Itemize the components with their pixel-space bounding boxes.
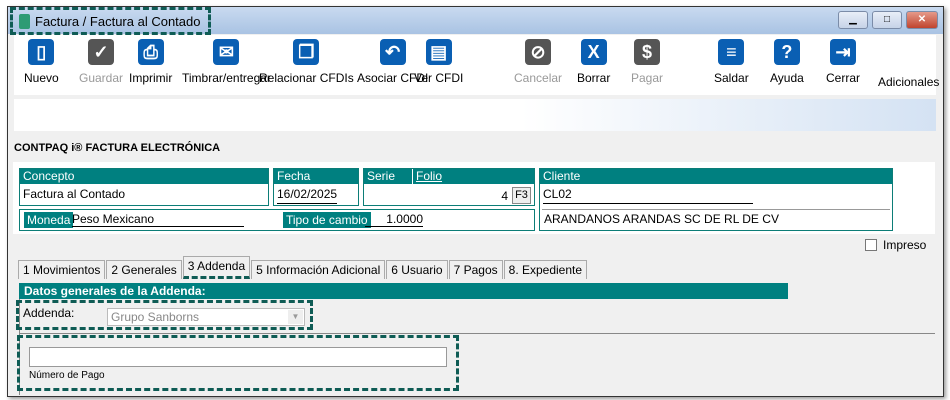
toolbar-button-ver-cfdi[interactable]: ▤ Ver CFDI (414, 39, 463, 85)
title-bar: Factura / Factura al Contado ▁ □ ✕ (8, 7, 943, 35)
cliente-code-field[interactable]: CL02 (543, 184, 753, 204)
toolbar-button-cerrar[interactable]: ⇥ Cerrar (826, 39, 860, 85)
exit-door-icon: ⇥ (830, 39, 856, 65)
addenda-content: Addenda: Grupo Sanborns ▼ Número de Pago (16, 299, 935, 395)
impreso-checkbox-row: Impreso (865, 238, 926, 252)
invoice-window: Factura / Factura al Contado ▁ □ ✕ ▯ Nuev… (7, 6, 944, 397)
tipo-cambio-field[interactable]: 1.0000 (365, 212, 423, 227)
toolbar-button-label: Relacionar CFDIs (259, 71, 354, 85)
addenda-selector-highlight: Addenda: Grupo Sanborns ▼ (16, 300, 313, 330)
pay-icon: $ (634, 39, 661, 65)
fecha-label: Fecha (274, 169, 358, 184)
toolbar-button-label: Cancelar (514, 71, 563, 85)
cancel-icon: ⊘ (525, 39, 552, 65)
toolbar-button-label: Ayuda (770, 71, 804, 85)
folio-label: Folio (412, 169, 442, 184)
tab-3[interactable]: 3 Addenda (182, 256, 251, 279)
tab-6[interactable]: 7 Pagos (448, 260, 503, 279)
tab-2[interactable]: 2 Generales (106, 260, 182, 279)
help-icon: ? (773, 39, 800, 65)
invoice-app-icon (19, 13, 30, 29)
toolbar-button-label: Timbrar/entregar (182, 71, 271, 85)
impreso-checkbox[interactable] (865, 239, 877, 251)
tab-7[interactable]: 8. Expediente (503, 260, 588, 279)
moneda-group: Moneda Peso Mexicano Tipo de cambio 1.00… (19, 209, 535, 231)
checkmark-icon: ✓ (88, 39, 115, 65)
maximize-button[interactable]: □ (872, 11, 902, 29)
numero-pago-highlight: Número de Pago (17, 335, 459, 391)
impreso-label: Impreso (883, 238, 927, 252)
folio-field[interactable]: 4 (501, 189, 508, 203)
toolbar-button-label: Nuevo (24, 71, 59, 85)
cliente-group: Cliente CL02 ARANDANOS ARANDAS SC DE RL … (539, 168, 893, 231)
chevron-down-icon[interactable]: ▼ (288, 310, 303, 324)
serie-folio-group: Serie Folio 4 F3 (363, 168, 535, 206)
toolbar-button-ayuda[interactable]: ? Ayuda (770, 39, 804, 85)
toolbar-button-cancelar[interactable]: ⊘ Cancelar (514, 39, 562, 85)
toolbar-strip (14, 99, 936, 131)
copy-documents-icon: ❐ (293, 39, 320, 65)
addenda-selected-value: Grupo Sanborns (111, 310, 200, 324)
tab-1[interactable]: 1 Movimientos (18, 260, 106, 279)
numero-pago-input[interactable] (29, 347, 447, 367)
document-header-panel: Concepto Factura al Contado Fecha 16/02/… (13, 162, 935, 234)
toolbar-button-borrar[interactable]: X Borrar (577, 39, 610, 85)
addenda-select[interactable]: Grupo Sanborns ▼ (107, 308, 305, 326)
serie-label: Serie (367, 169, 396, 183)
toolbar-button-timbrar-entregar[interactable]: ✉ Timbrar/entregar (182, 39, 271, 85)
app-name: CONTPAQ i® FACTURA ELECTRÓNICA (14, 142, 221, 154)
moneda-field[interactable]: Peso Mexicano (72, 212, 244, 227)
fecha-group: Fecha 16/02/2025 (273, 168, 359, 206)
tab-4[interactable]: 5 Información Adicional (251, 260, 386, 279)
adicionales-menu[interactable]: Adicionales (878, 75, 939, 89)
close-button[interactable]: ✕ (906, 11, 938, 29)
toolbar-button-label: Imprimir (129, 71, 173, 85)
new-document-icon: ▯ (28, 39, 55, 65)
toolbar-button-label: Ver CFDI (414, 71, 464, 85)
tab-5[interactable]: 6 Usuario (386, 260, 448, 279)
toolbar-button-guardar[interactable]: ✓ Guardar (79, 39, 123, 85)
delete-icon: X (580, 39, 607, 65)
window-title: Factura / Factura al Contado (10, 7, 212, 35)
cliente-label: Cliente (540, 169, 892, 184)
toolbar-button-label: Saldar (714, 71, 749, 85)
toolbar-button-nuevo[interactable]: ▯ Nuevo (24, 39, 59, 85)
f3-lookup-button[interactable]: F3 (512, 187, 531, 204)
fecha-field[interactable]: 16/02/2025 (277, 184, 337, 204)
divider (20, 333, 935, 334)
tipo-cambio-label: Tipo de cambio (283, 212, 371, 228)
toolbar-button-imprimir[interactable]: ⎙ Imprimir (129, 39, 172, 85)
toolbar-button-label: Cerrar (826, 71, 861, 85)
concepto-label: Concepto (20, 169, 268, 184)
addenda-section-title: Datos generales de la Addenda: (19, 283, 788, 299)
concepto-group: Concepto Factura al Contado (19, 168, 269, 206)
settle-icon: ≡ (718, 39, 745, 65)
addenda-label: Addenda: (23, 306, 75, 320)
cliente-name-field[interactable]: ARANDANOS ARANDAS SC DE RL DE CV (542, 209, 890, 228)
toolbar-button-pagar[interactable]: $ Pagar (631, 39, 663, 85)
toolbar-button-relacionar-cfdis[interactable]: ❐ Relacionar CFDIs (259, 39, 354, 85)
numero-pago-label: Número de Pago (29, 370, 105, 381)
concepto-field[interactable]: Factura al Contado (20, 184, 268, 204)
tab-bar: 1 Movimientos 2 Generales 3 Addenda 5 Infor… (18, 256, 588, 279)
minimize-button[interactable]: ▁ (838, 11, 868, 29)
toolbar-button-label: Guardar (79, 71, 124, 85)
moneda-label: Moneda (24, 212, 74, 228)
view-document-icon: ▤ (425, 39, 452, 65)
associate-icon: ↶ (379, 39, 406, 65)
window-title-text: Factura / Factura al Contado (35, 13, 201, 29)
printer-icon: ⎙ (137, 39, 164, 65)
toolbar: ▯ Nuevo ✓ Guardar ⎙ Imprimir ✉ Timbrar/entregar… (14, 35, 936, 95)
toolbar-button-label: Borrar (577, 71, 611, 85)
stamp-send-icon: ✉ (213, 39, 240, 65)
toolbar-button-label: Pagar (631, 71, 664, 85)
toolbar-button-saldar[interactable]: ≡ Saldar (714, 39, 749, 85)
